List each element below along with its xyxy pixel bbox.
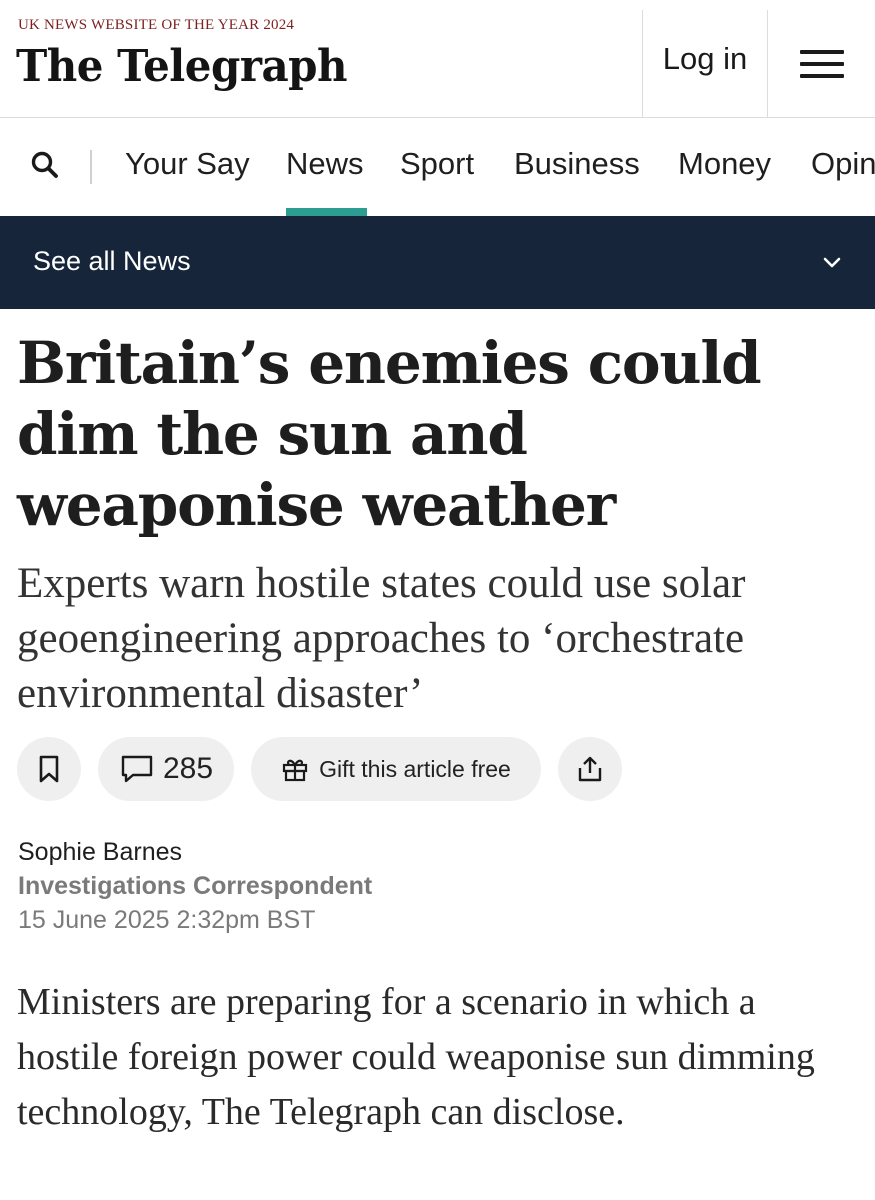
nav-active-indicator	[286, 208, 367, 216]
nav-item-sport[interactable]: Sport	[400, 146, 474, 182]
chevron-down-icon[interactable]	[822, 256, 842, 270]
comment-count: 285	[162, 752, 214, 785]
see-all-news-label: See all News	[33, 246, 191, 276]
article-headline: Britain’s enemies could dim the sun and …	[17, 329, 762, 539]
nav-item-your-say[interactable]: Your Say	[125, 146, 250, 182]
share-icon	[578, 756, 602, 782]
login-button[interactable]: Log in	[642, 10, 768, 117]
gift-icon	[283, 759, 308, 782]
article-body-paragraph: Ministers are preparing for a scenario i…	[17, 981, 815, 1133]
gift-article-label: Gift this article free	[319, 755, 511, 782]
comments-button[interactable]: 285	[98, 737, 234, 801]
search-icon[interactable]	[30, 150, 60, 180]
nav-item-business[interactable]: Business	[514, 146, 640, 182]
nav-item-opinion[interactable]: Opin	[811, 146, 875, 182]
article-standfirst: Experts warn hostile states could use so…	[17, 560, 746, 717]
nav-item-money[interactable]: Money	[678, 146, 771, 182]
gift-article-button[interactable]: Gift this article free	[251, 737, 541, 801]
author-name[interactable]: Sophie Barnes	[18, 838, 182, 867]
masthead-tagline: UK NEWS WEBSITE OF THE YEAR 2024	[18, 17, 295, 33]
bookmark-button[interactable]	[17, 737, 81, 801]
comment-icon	[121, 755, 153, 783]
hamburger-menu-icon	[800, 50, 844, 78]
publish-date: 15 June 2025 2:32pm BST	[18, 906, 316, 934]
author-role: Investigations Correspondent	[18, 872, 373, 900]
bookmark-icon	[39, 755, 59, 783]
login-label: Log in	[662, 40, 748, 76]
site-logo[interactable]: The Telegraph	[16, 40, 348, 91]
nav-divider	[90, 150, 92, 184]
menu-button[interactable]	[768, 10, 875, 117]
nav-item-news[interactable]: News	[286, 146, 364, 182]
share-button[interactable]	[558, 737, 622, 801]
